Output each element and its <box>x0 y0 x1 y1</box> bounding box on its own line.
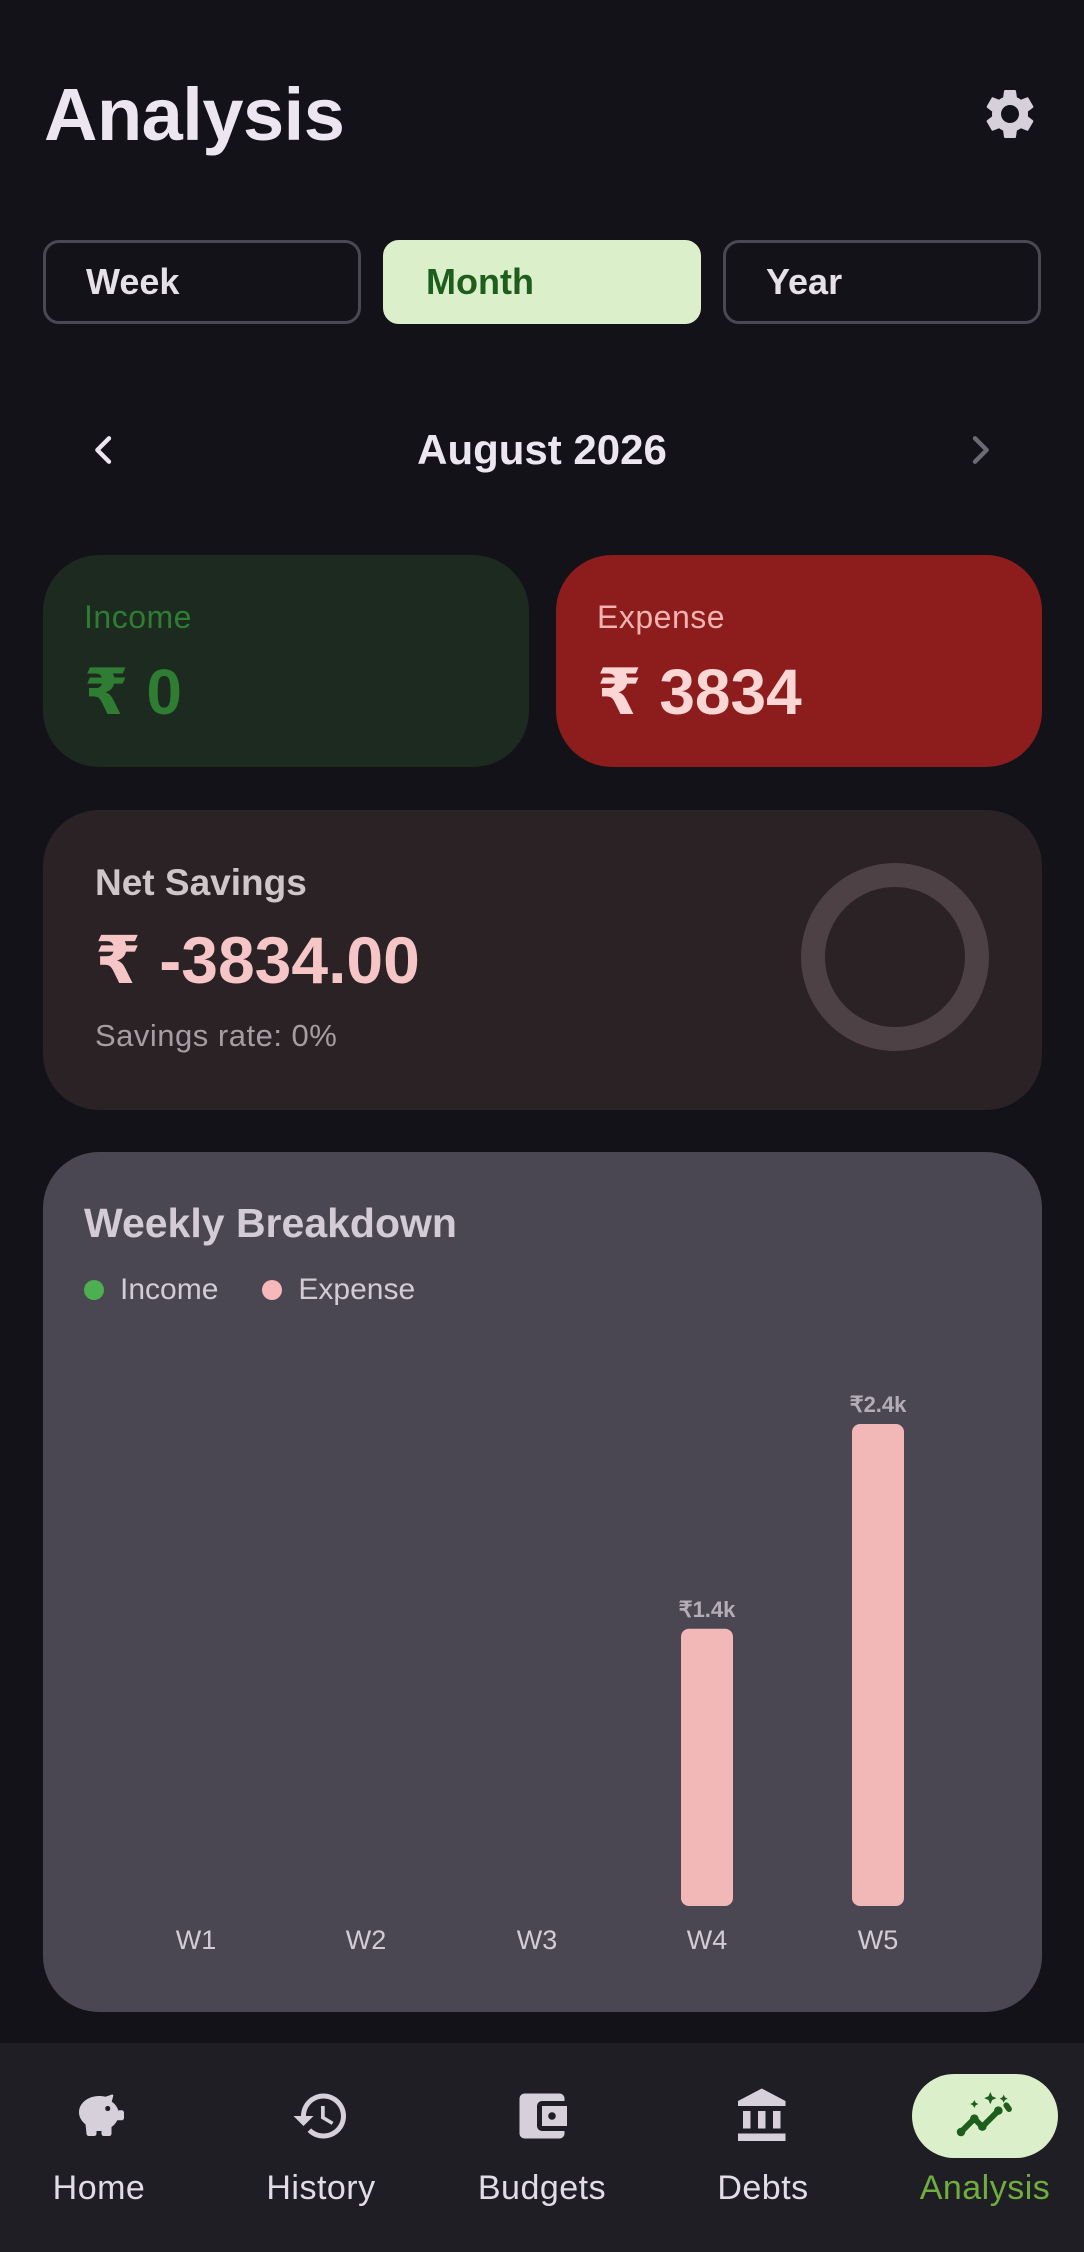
history-icon <box>293 2093 346 2139</box>
period-label: August 2026 <box>417 426 667 473</box>
net-savings-value: ₹ -3834.00 <box>95 923 420 997</box>
income-label: Income <box>84 599 192 635</box>
tab-month[interactable]: Month <box>383 240 701 324</box>
nav-debts-label: Debts <box>717 2169 809 2207</box>
bar-label-w4: ₹1.4k <box>679 1597 737 1622</box>
savings-rate-ring <box>801 863 989 1051</box>
next-period-button[interactable] <box>960 430 1000 470</box>
nav-analysis-icon-wrap <box>912 2074 1058 2158</box>
x-tick-w5: W5 <box>858 1925 899 1955</box>
weekly-bar-chart: W1 W2 W3 ₹1.4k W4 ₹2.4k W5 <box>176 1392 908 1955</box>
piggy-bank-icon <box>79 2094 124 2136</box>
nav-budgets-icon-wrap <box>469 2074 615 2158</box>
header: Analysis <box>44 70 1040 160</box>
bank-icon <box>738 2088 786 2141</box>
settings-button[interactable] <box>980 84 1040 144</box>
tab-week[interactable]: Week <box>43 240 361 324</box>
x-tick-w2: W2 <box>346 1925 387 1955</box>
x-tick-w3: W3 <box>517 1925 558 1955</box>
weekly-breakdown-card: Weekly Breakdown Income Expense W1 W2 W3 ₹1… <box>43 1152 1042 2012</box>
nav-home[interactable]: Home <box>0 2043 198 2252</box>
nav-debts[interactable]: Debts <box>664 2043 862 2252</box>
nav-history-label: History <box>266 2169 376 2207</box>
nav-budgets[interactable]: Budgets <box>443 2043 641 2252</box>
tab-month-label: Month <box>426 261 534 302</box>
analytics-icon <box>956 2092 1012 2137</box>
bar-label-w5: ₹2.4k <box>850 1392 908 1417</box>
bottom-navigation: Home History Budgets Debts Analysis <box>0 2043 1084 2252</box>
nav-analysis[interactable]: Analysis <box>886 2043 1084 2252</box>
tab-year[interactable]: Year <box>723 240 1041 324</box>
net-savings-card: Net Savings ₹ -3834.00 Savings rate: 0% <box>43 810 1042 1110</box>
expense-label: Expense <box>597 599 726 635</box>
nav-home-icon-wrap <box>26 2074 172 2158</box>
nav-home-label: Home <box>52 2169 146 2207</box>
savings-rate-text: Savings rate: 0% <box>95 1018 338 1053</box>
x-tick-w4: W4 <box>687 1925 728 1955</box>
chevron-right-icon <box>972 436 989 464</box>
bar-expense-w4 <box>681 1628 733 1906</box>
x-tick-w1: W1 <box>176 1925 217 1955</box>
nav-budgets-label: Budgets <box>477 2169 607 2207</box>
tab-week-label: Week <box>86 261 180 302</box>
net-savings-label: Net Savings <box>95 862 307 903</box>
nav-debts-icon-wrap <box>690 2074 836 2158</box>
nav-history[interactable]: History <box>222 2043 420 2252</box>
income-value: ₹ 0 <box>84 656 182 728</box>
expense-value: ₹ 3834 <box>597 656 802 728</box>
period-navigator: August 2026 <box>44 410 1040 490</box>
gear-icon <box>986 89 1034 138</box>
wallet-icon <box>519 2093 567 2139</box>
nav-analysis-label: Analysis <box>919 2169 1051 2207</box>
savings-ring-track <box>801 863 989 1051</box>
tab-year-label: Year <box>766 261 843 302</box>
expense-card: Expense ₹ 3834 <box>556 555 1042 767</box>
page-title: Analysis <box>44 73 345 156</box>
income-card: Income ₹ 0 <box>43 555 529 767</box>
nav-history-icon-wrap <box>248 2074 394 2158</box>
bar-expense-w5 <box>852 1424 904 1906</box>
